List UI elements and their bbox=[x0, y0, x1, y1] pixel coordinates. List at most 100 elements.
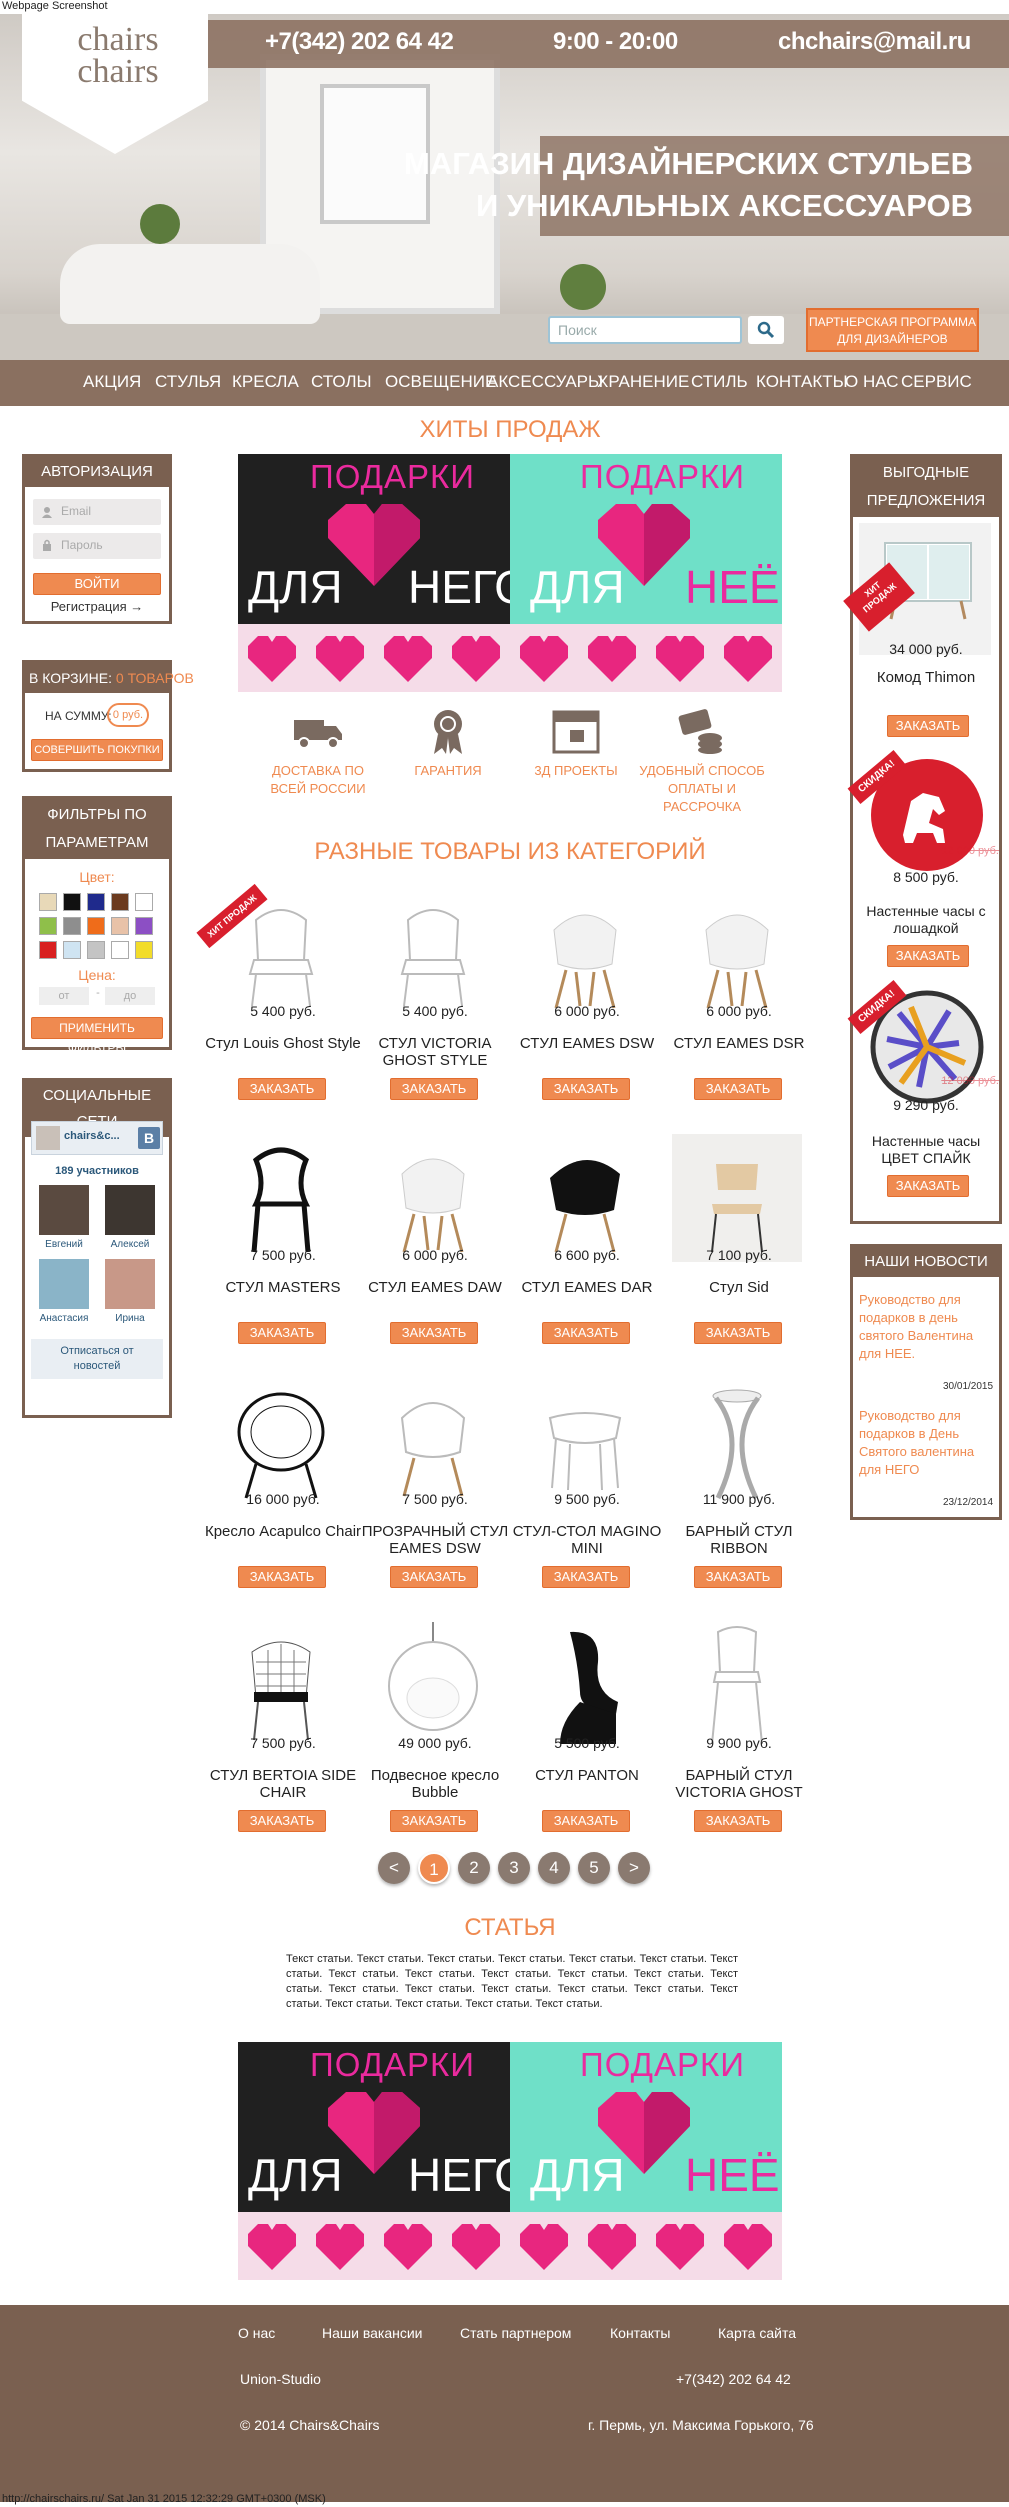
order-button[interactable]: ЗАКАЗАТЬ bbox=[542, 1566, 630, 1588]
footer-link[interactable]: Наши вакансии bbox=[322, 2325, 423, 2341]
product-name[interactable]: Кресло Acapulco Chair bbox=[203, 1523, 363, 1540]
product-name[interactable]: СТУЛ EAMES DSW bbox=[507, 1035, 667, 1052]
order-button[interactable]: ЗАКАЗАТЬ bbox=[887, 715, 969, 737]
color-swatch[interactable] bbox=[135, 941, 153, 959]
product-image[interactable] bbox=[672, 1622, 802, 1750]
color-swatch[interactable] bbox=[63, 893, 81, 911]
pagination-page[interactable]: 2 bbox=[458, 1852, 490, 1884]
product-name[interactable]: Подвесное кресло Bubble bbox=[355, 1767, 515, 1801]
product-name[interactable]: СТУЛ EAMES DSR bbox=[659, 1035, 819, 1052]
product-image[interactable] bbox=[672, 1134, 802, 1262]
product-name[interactable]: СТУЛ VICTORIA GHOST STYLE bbox=[355, 1035, 515, 1069]
offer-name[interactable]: Комод Thimon bbox=[853, 669, 999, 686]
header-email[interactable]: chchairs@mail.ru bbox=[778, 28, 971, 56]
color-swatch[interactable] bbox=[111, 917, 129, 935]
product-name[interactable]: СТУЛ PANTON bbox=[507, 1767, 667, 1784]
pagination-next[interactable]: > bbox=[618, 1852, 650, 1884]
order-button[interactable]: ЗАКАЗАТЬ bbox=[694, 1566, 782, 1588]
member-name[interactable]: Алексей bbox=[91, 1239, 169, 1250]
nav-item[interactable]: СТИЛЬ bbox=[691, 372, 748, 392]
color-swatch[interactable] bbox=[39, 917, 57, 935]
product-image[interactable] bbox=[520, 1134, 650, 1262]
product-image[interactable] bbox=[368, 1622, 498, 1750]
order-button[interactable]: ЗАКАЗАТЬ bbox=[390, 1078, 478, 1100]
product-name[interactable]: БАРНЫЙ СТУЛ VICTORIA GHOST bbox=[659, 1767, 819, 1801]
apply-filters-button[interactable]: ПРИМЕНИТЬ ФИЛЬТРЫ bbox=[31, 1017, 163, 1055]
nav-item[interactable]: АКСЕССУАРЫ bbox=[487, 372, 603, 392]
checkout-button[interactable]: СОВЕРШИТЬ ПОКУПКИ bbox=[31, 739, 163, 761]
nav-item[interactable]: КОНТАКТЫ bbox=[756, 372, 848, 392]
product-name[interactable]: СТУЛ EAMES DAR bbox=[507, 1279, 667, 1296]
product-image[interactable] bbox=[520, 1378, 650, 1506]
color-swatch[interactable] bbox=[39, 893, 57, 911]
order-button[interactable]: ЗАКАЗАТЬ bbox=[887, 1175, 969, 1197]
order-button[interactable]: ЗАКАЗАТЬ bbox=[694, 1810, 782, 1832]
color-swatch[interactable] bbox=[87, 893, 105, 911]
vk-icon[interactable]: В bbox=[138, 1127, 160, 1149]
product-image[interactable] bbox=[672, 1378, 802, 1506]
footer-link[interactable]: Карта сайта bbox=[718, 2325, 796, 2341]
offer-name[interactable]: Настенные часы с лошадкой bbox=[853, 903, 999, 937]
pagination-page[interactable]: 5 bbox=[578, 1852, 610, 1884]
order-button[interactable]: ЗАКАЗАТЬ bbox=[390, 1322, 478, 1344]
nav-item[interactable]: ХРАНЕНИЕ bbox=[597, 372, 689, 392]
partner-program-button[interactable]: ПАРТНЕРСКАЯ ПРОГРАММА ДЛЯ ДИЗАЙНЕРОВ bbox=[806, 308, 979, 352]
footer-phone[interactable]: +7(342) 202 64 42 bbox=[676, 2371, 791, 2387]
color-swatch[interactable] bbox=[39, 941, 57, 959]
order-button[interactable]: ЗАКАЗАТЬ bbox=[542, 1322, 630, 1344]
nav-item[interactable]: СЕРВИС bbox=[901, 372, 972, 392]
order-button[interactable]: ЗАКАЗАТЬ bbox=[238, 1078, 326, 1100]
price-to-input[interactable]: до bbox=[105, 987, 155, 1005]
product-name[interactable]: СТУЛ EAMES DAW bbox=[355, 1279, 515, 1296]
pagination-prev[interactable]: < bbox=[378, 1852, 410, 1884]
search-button[interactable] bbox=[748, 316, 784, 344]
product-name[interactable]: БАРНЫЙ СТУЛ RIBBON bbox=[659, 1523, 819, 1557]
order-button[interactable]: ЗАКАЗАТЬ bbox=[390, 1810, 478, 1832]
product-name[interactable]: Стул Sid bbox=[659, 1279, 819, 1296]
footer-link[interactable]: Контакты bbox=[610, 2325, 670, 2341]
product-name[interactable]: СТУЛ MASTERS bbox=[203, 1279, 363, 1296]
footer-link[interactable]: Стать партнером bbox=[460, 2325, 571, 2341]
color-swatch[interactable] bbox=[63, 917, 81, 935]
order-button[interactable]: ЗАКАЗАТЬ bbox=[694, 1078, 782, 1100]
avatar[interactable] bbox=[39, 1259, 89, 1309]
color-swatch[interactable] bbox=[135, 917, 153, 935]
footer-studio[interactable]: Union-Studio bbox=[240, 2371, 321, 2387]
product-image[interactable] bbox=[216, 1622, 346, 1750]
avatar[interactable] bbox=[105, 1185, 155, 1235]
avatar[interactable] bbox=[39, 1185, 89, 1235]
news-item-link[interactable]: Руководство для подарков в День Святого … bbox=[859, 1407, 987, 1479]
order-button[interactable]: ЗАКАЗАТЬ bbox=[238, 1322, 326, 1344]
avatar[interactable] bbox=[105, 1259, 155, 1309]
color-swatch[interactable] bbox=[63, 941, 81, 959]
order-button[interactable]: ЗАКАЗАТЬ bbox=[887, 945, 969, 967]
order-button[interactable]: ЗАКАЗАТЬ bbox=[238, 1566, 326, 1588]
promo-banner[interactable]: ПОДАРКИ ДЛЯ НЕГО ПОДАРКИ ДЛЯ НЕЁ bbox=[238, 454, 782, 692]
nav-item[interactable]: СТУЛЬЯ bbox=[155, 372, 221, 392]
price-from-input[interactable]: от bbox=[39, 987, 89, 1005]
product-image[interactable] bbox=[368, 890, 498, 1018]
nav-item[interactable]: АКЦИЯ bbox=[83, 372, 141, 392]
product-name[interactable]: ПРОЗРАЧНЫЙ СТУЛ EAMES DSW bbox=[355, 1523, 515, 1557]
color-swatch[interactable] bbox=[111, 941, 129, 959]
order-button[interactable]: ЗАКАЗАТЬ bbox=[694, 1322, 782, 1344]
pagination-page[interactable]: 4 bbox=[538, 1852, 570, 1884]
product-image[interactable] bbox=[520, 890, 650, 1018]
order-button[interactable]: ЗАКАЗАТЬ bbox=[390, 1566, 478, 1588]
order-button[interactable]: ЗАКАЗАТЬ bbox=[542, 1810, 630, 1832]
logo-text[interactable]: chairs chairs bbox=[38, 23, 198, 89]
nav-item[interactable]: КРЕСЛА bbox=[232, 372, 299, 392]
product-name[interactable]: СТУЛ-СТОЛ MAGINO MINI bbox=[507, 1523, 667, 1557]
offer-name[interactable]: Настенные часы ЦВЕТ СПАЙК bbox=[853, 1133, 999, 1167]
color-swatch[interactable] bbox=[87, 941, 105, 959]
color-swatch[interactable] bbox=[111, 893, 129, 911]
footer-link[interactable]: О нас bbox=[238, 2325, 275, 2341]
product-image[interactable] bbox=[216, 1378, 346, 1506]
vk-group-header[interactable]: chairs&c... В bbox=[31, 1121, 163, 1155]
product-image[interactable] bbox=[672, 890, 802, 1018]
product-image[interactable] bbox=[520, 1622, 650, 1750]
unsubscribe-button[interactable]: Отписаться от новостей bbox=[31, 1339, 163, 1379]
search-input[interactable]: Поиск bbox=[548, 316, 742, 344]
nav-item[interactable]: СТОЛЫ bbox=[311, 372, 372, 392]
nav-item[interactable]: О НАС bbox=[845, 372, 898, 392]
